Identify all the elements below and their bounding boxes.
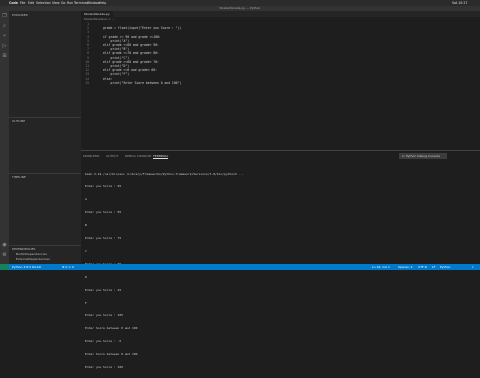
run-debug-icon[interactable]: ▷ <box>2 44 7 49</box>
notifications-icon[interactable]: ♪ <box>472 264 474 270</box>
bottom-panel: PROBLEMS OUTPUT DEBUG CONSOLE TERMINAL 1… <box>81 150 480 369</box>
terminal-line: bash-3.2$ /usr/bin/env /Library/Framewor… <box>85 171 244 176</box>
sidebar: EXPLORER OUTLINE TIMELINE DEPENDENCIES B… <box>9 11 81 264</box>
terminal-line: Enter Score between 0 and 100 <box>85 352 138 357</box>
divider <box>9 117 81 118</box>
terminal-selector[interactable]: 1: Python Debug Console <box>399 153 447 159</box>
terminal-line: D <box>85 274 87 279</box>
terminal-line: Enter you Score : 100 <box>85 364 123 369</box>
code-line: grade = float(input("Enter you Score : "… <box>103 26 182 31</box>
account-icon[interactable]: ◉ <box>2 243 7 248</box>
explorer-header[interactable]: EXPLORER <box>12 13 28 17</box>
language-mode[interactable]: Python <box>440 264 450 270</box>
code-editor[interactable]: 1 2 3 4 5 6 7 8 9 10 11 12 13 14 15 grad… <box>81 20 480 150</box>
line-numbers: 1 2 3 4 5 6 7 8 9 10 11 12 13 14 15 <box>85 22 89 85</box>
terminal-line: Enter you Score : -5 <box>85 339 122 344</box>
divider <box>9 173 81 174</box>
dependency-item[interactable]: ExternalDependencies <box>16 257 50 261</box>
line-ending[interactable]: LF <box>432 264 435 270</box>
editor-tabs: StudentGrade.py <box>81 11 480 17</box>
tab-output[interactable]: OUTPUT <box>106 154 118 158</box>
cursor-position[interactable]: Ln 16, Col 1 <box>372 264 390 270</box>
terminal-line: Enter you Score : 75 <box>85 236 122 241</box>
divider <box>9 245 81 246</box>
extensions-icon[interactable]: ⊞ <box>2 54 7 59</box>
indentation[interactable]: Spaces: 4 <box>398 264 413 270</box>
terminal-line: Enter you Score : 85 <box>85 210 122 215</box>
outline-header[interactable]: OUTLINE <box>12 119 25 123</box>
terminal-line: Enter Score between 0 and 100 <box>85 326 138 331</box>
encoding[interactable]: UTF-8 <box>418 264 427 270</box>
source-control-icon[interactable]: ⑂ <box>2 34 7 39</box>
code-line: print("Enter Score between 0 and 100") <box>103 80 182 85</box>
terminal-output[interactable]: bash-3.2$ /usr/bin/env /Library/Framewor… <box>85 163 477 378</box>
problems-count[interactable]: ⊗ 0 ⚠ 0 <box>62 264 74 270</box>
tab-debug-console[interactable]: DEBUG CONSOLE <box>125 154 151 158</box>
explorer-icon[interactable]: ❐ <box>2 14 7 19</box>
search-icon[interactable]: ⌕ <box>2 24 7 29</box>
remote-indicator[interactable] <box>0 264 9 270</box>
terminal-line: Enter you Score : 105 <box>85 313 123 318</box>
terminal-line: B <box>85 223 87 228</box>
terminal-line: Enter you Score : 95 <box>85 184 122 189</box>
dependencies-header[interactable]: DEPENDENCIES <box>12 247 35 251</box>
terminal-line: F <box>85 300 87 305</box>
settings-icon[interactable]: ⚙ <box>2 253 7 258</box>
python-interpreter[interactable]: Python 3.8.5 64-bit <box>12 264 41 270</box>
terminal-line: C <box>85 248 87 253</box>
activity-bar: ❐ ⌕ ⑂ ▷ ⊞ ◉ ⚙ <box>0 11 9 264</box>
terminal-line: Enter you Score : 45 <box>85 287 122 292</box>
tab-problems[interactable]: PROBLEMS <box>83 154 99 158</box>
tab-terminal[interactable]: TERMINAL <box>153 154 169 159</box>
terminal-line: A <box>85 197 87 202</box>
status-bar: Python 3.8.5 64-bit ⊗ 0 ⚠ 0 Ln 16, Col 1… <box>0 264 480 270</box>
dependency-item[interactable]: BuiltinDependencies <box>16 252 47 256</box>
timeline-header[interactable]: TIMELINE <box>12 175 26 179</box>
